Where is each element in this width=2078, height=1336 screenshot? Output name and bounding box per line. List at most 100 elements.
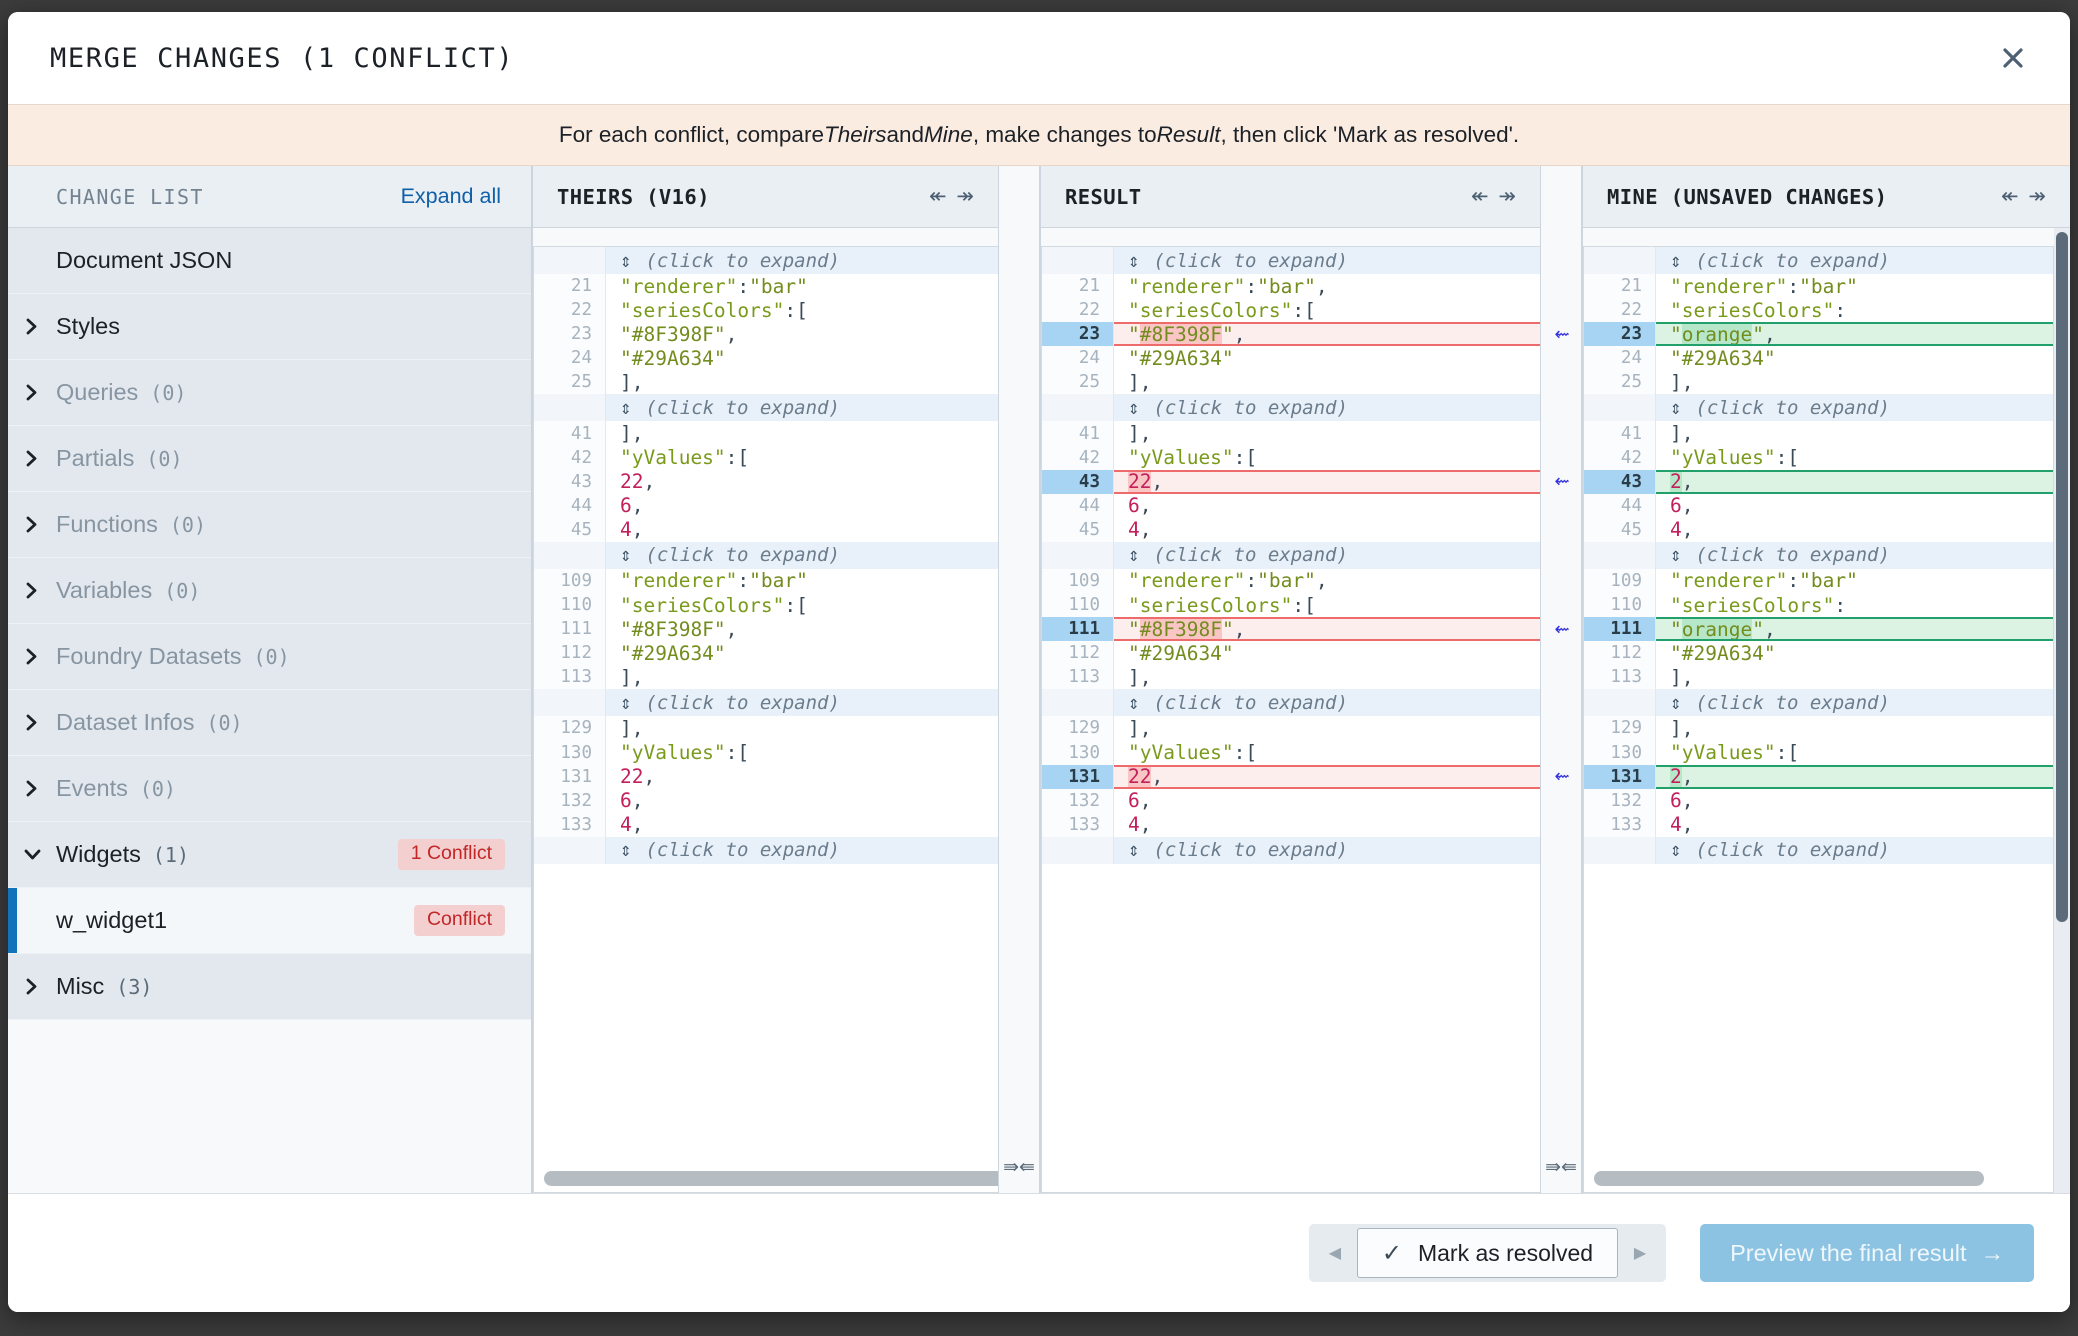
change-list-header: CHANGE LIST Expand all <box>8 166 531 228</box>
hscrollbar-thumb-mine[interactable] <box>1594 1171 1984 1186</box>
take-mine-merge-arrow-button[interactable]: ⇜ <box>1545 471 1579 493</box>
sync-scroll-result-icon[interactable]: ⇛⇚ <box>1541 1156 1581 1179</box>
code-line: 44 6, <box>1584 493 2053 518</box>
take-mine-merge-arrow-button[interactable]: ⇜ <box>1545 766 1579 788</box>
previous-conflict-button[interactable]: ◀ <box>1313 1228 1357 1278</box>
change-list-item-foundry-datasets[interactable]: Foundry Datasets (0) <box>8 624 531 690</box>
line-number: 22 <box>1042 298 1114 323</box>
pane-result-nav-arrows[interactable]: ↞ ↠ <box>1471 184 1518 209</box>
chevron-right-icon[interactable] <box>8 779 56 798</box>
expand-collapsed-region-row[interactable]: ⇕ (click to expand) <box>534 247 998 274</box>
merge-gutter-theirs-to-result: ⇛⇚ <box>998 166 1040 1193</box>
sync-scroll-theirs-icon[interactable]: ⇛⇚ <box>999 1156 1039 1179</box>
expand-collapsed-region-row[interactable]: ⇕ (click to expand) <box>534 541 998 569</box>
code-line-content: "#8F398F", <box>620 617 738 641</box>
vscrollbar-dialog[interactable] <box>2054 228 2070 1193</box>
expand-collapsed-region-row[interactable]: ⇕ (click to expand) <box>534 394 998 422</box>
expand-collapsed-region-row[interactable]: ⇕ (click to expand) <box>1584 689 2053 717</box>
expand-collapsed-region-row[interactable]: ⇕ (click to expand) <box>1042 541 1540 569</box>
code-line[interactable]: 130 "yValues": [ <box>1042 740 1540 765</box>
mark-as-resolved-button[interactable]: ✓ Mark as resolved <box>1356 1228 1619 1278</box>
line-number-gutter <box>534 394 606 422</box>
change-list-item-count: (0) <box>150 380 187 405</box>
code-line[interactable]: 131 22, <box>1042 764 1540 789</box>
change-list-item-variables[interactable]: Variables (0) <box>8 558 531 624</box>
code-line[interactable]: 129 ], <box>1042 716 1540 741</box>
code-line[interactable]: 45 4, <box>1042 517 1540 542</box>
code-line[interactable]: 132 6, <box>1042 788 1540 813</box>
hscrollbar-thumb-theirs[interactable] <box>544 1171 998 1186</box>
expand-collapsed-region-row[interactable]: ⇕ (click to expand) <box>1584 836 2053 864</box>
code-lines-theirs[interactable]: ⇕ (click to expand) 21 "renderer": "bar" 22… <box>534 247 998 1166</box>
code-line[interactable]: 21 "renderer": "bar", <box>1042 274 1540 299</box>
code-line[interactable]: 24 "#29A634" <box>1042 346 1540 371</box>
change-list-item-widgets[interactable]: Widgets (1) 1 Conflict <box>8 822 531 888</box>
code-lines-result[interactable]: ⇕ (click to expand) 21 "renderer": "bar", 2… <box>1042 247 1540 1166</box>
change-list-item-functions[interactable]: Functions (0) <box>8 492 531 558</box>
change-list-item-label: Document JSON <box>56 247 233 273</box>
code-line[interactable]: 112 "#29A634" <box>1042 641 1540 666</box>
code-line[interactable]: 43 22, <box>1042 469 1540 494</box>
change-list-item-w-widget1[interactable]: w_widget1 Conflict <box>8 888 531 954</box>
chevron-right-icon[interactable] <box>8 449 56 468</box>
take-mine-merge-arrow-button[interactable]: ⇜ <box>1545 618 1579 640</box>
inline-diff-highlight: orange <box>1681 324 1753 345</box>
change-list-item-events[interactable]: Events (0) <box>8 756 531 822</box>
preview-final-result-button[interactable]: Preview the final result → <box>1700 1224 2034 1282</box>
chevron-right-icon[interactable] <box>8 713 56 732</box>
take-mine-merge-arrow-button[interactable]: ⇜ <box>1545 323 1579 345</box>
expand-collapsed-region-row[interactable]: ⇕ (click to expand) <box>1042 689 1540 717</box>
code-line[interactable]: 44 6, <box>1042 493 1540 518</box>
vscrollbar-thumb-dialog[interactable] <box>2056 232 2068 922</box>
code-line[interactable]: 22 "seriesColors": [ <box>1042 298 1540 323</box>
expand-collapsed-region-row[interactable]: ⇕ (click to expand) <box>1584 541 2053 569</box>
code-line-content: 4, <box>1128 518 1152 542</box>
chevron-right-icon[interactable] <box>8 647 56 666</box>
code-line[interactable]: 109 "renderer": "bar", <box>1042 568 1540 594</box>
change-list-item-misc[interactable]: Misc (3) <box>8 954 531 1020</box>
change-list-item-styles[interactable]: Styles <box>8 294 531 360</box>
hscrollbar-result[interactable] <box>1042 1166 1540 1192</box>
expand-collapsed-region-row[interactable]: ⇕ (click to expand) <box>1042 394 1540 422</box>
code-line[interactable]: 23 "#8F398F", <box>1042 322 1540 347</box>
change-list-item-document-json[interactable]: Document JSON <box>8 228 531 294</box>
code-line[interactable]: 25 ], <box>1042 370 1540 395</box>
expand-all-button[interactable]: Expand all <box>401 184 501 209</box>
code-lines-mine[interactable]: ⇕ (click to expand) 21 "renderer": "bar" 22… <box>1584 247 2053 1166</box>
next-conflict-button[interactable]: ▶ <box>1618 1228 1662 1278</box>
pane-mine-nav-arrows[interactable]: ↞ ↠ <box>2001 184 2048 209</box>
expand-collapsed-region-row[interactable]: ⇕ (click to expand) <box>1042 247 1540 274</box>
code-line[interactable]: 111 "#8F398F", <box>1042 617 1540 642</box>
expand-vertical-icon: ⇕ <box>1670 544 1682 567</box>
hscrollbar-mine[interactable] <box>1584 1166 2053 1192</box>
chevron-right-icon[interactable] <box>8 977 56 996</box>
change-list-item-queries[interactable]: Queries (0) <box>8 360 531 426</box>
pane-theirs-nav-arrows[interactable]: ↞ ↠ <box>929 184 976 209</box>
code-line[interactable]: 41 ], <box>1042 421 1540 446</box>
expand-collapsed-region-row[interactable]: ⇕ (click to expand) <box>1584 247 2053 274</box>
merge-changes-dialog: MERGE CHANGES (1 CONFLICT) For each conf… <box>8 12 2070 1312</box>
expand-collapsed-region-row[interactable]: ⇕ (click to expand) <box>534 689 998 717</box>
code-line: 113 ], <box>534 665 998 690</box>
line-number: 112 <box>1584 641 1656 666</box>
chevron-right-icon[interactable] <box>8 515 56 534</box>
chevron-right-icon[interactable] <box>8 383 56 402</box>
pane-result: RESULT ↞ ↠ ⇕ (click to expand) 21 "rendere… <box>1040 166 1540 1193</box>
line-number-gutter <box>1042 394 1114 422</box>
expand-collapsed-region-row[interactable]: ⇕ (click to expand) <box>1584 394 2053 422</box>
expand-collapsed-region-row[interactable]: ⇕ (click to expand) <box>534 836 998 864</box>
chevron-down-icon[interactable] <box>8 847 56 862</box>
expand-collapsed-region-row[interactable]: ⇕ (click to expand) <box>1042 836 1540 864</box>
chevron-right-icon[interactable] <box>8 581 56 600</box>
code-line[interactable]: 42 "yValues": [ <box>1042 445 1540 470</box>
code-line[interactable]: 113 ], <box>1042 665 1540 690</box>
code-line: 25 ], <box>1584 370 2053 395</box>
change-list-item-partials[interactable]: Partials (0) <box>8 426 531 492</box>
change-list-item-dataset-infos[interactable]: Dataset Infos (0) <box>8 690 531 756</box>
code-line[interactable]: 133 4, <box>1042 812 1540 837</box>
hscrollbar-theirs[interactable] <box>534 1166 998 1192</box>
chevron-right-icon[interactable] <box>8 317 56 336</box>
code-line[interactable]: 110 "seriesColors": [ <box>1042 593 1540 618</box>
preview-final-result-label: Preview the final result <box>1730 1239 1967 1266</box>
close-icon[interactable] <box>1990 35 2036 81</box>
